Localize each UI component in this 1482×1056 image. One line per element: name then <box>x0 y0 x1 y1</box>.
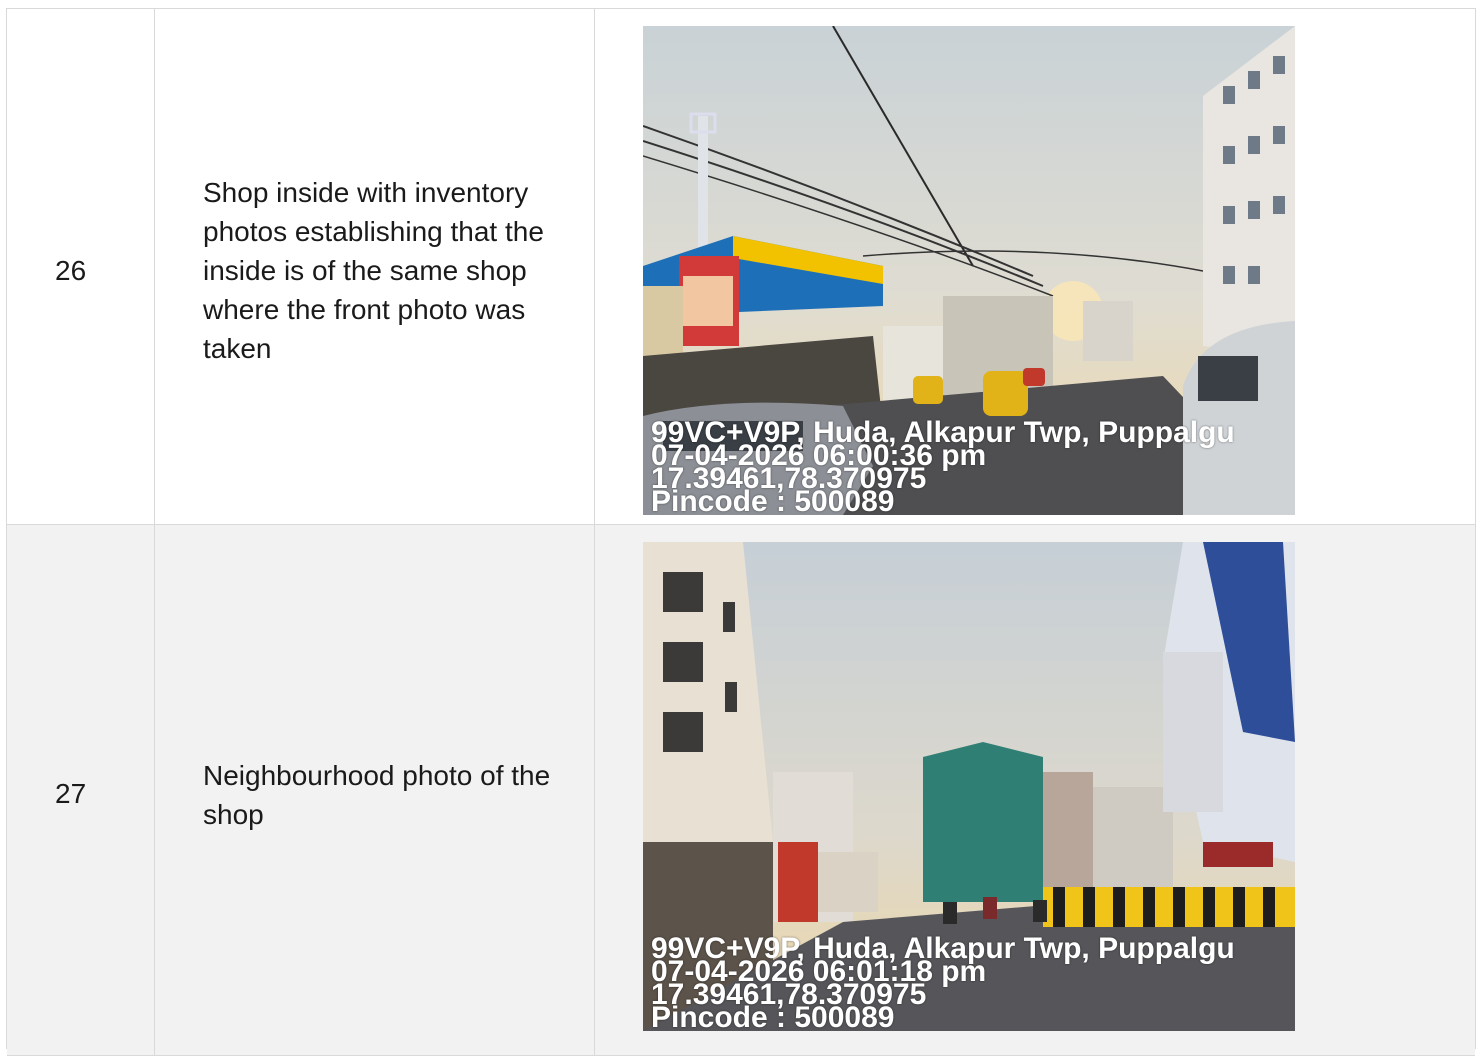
table-row: 27 Neighbourhood photo of the shop 99VC+… <box>7 525 1475 1056</box>
row-description: Shop inside with inventory photos establ… <box>203 177 544 364</box>
number-cell: 27 <box>7 525 155 1055</box>
row-number: 26 <box>55 255 87 286</box>
table-row: 26 Shop inside with inventory photos est… <box>7 9 1475 525</box>
description-cell: Shop inside with inventory photos establ… <box>155 9 595 524</box>
stamp-pincode: Pincode : 500089 <box>651 1001 895 1032</box>
street-photo[interactable]: 99VC+V9P, Huda, Alkapur Twp, Puppalgu 07… <box>643 542 1295 1031</box>
row-description: Neighbourhood photo of the shop <box>203 760 551 830</box>
street-photo[interactable]: 99VC+V9P, Huda, Alkapur Twp, Puppalgu 07… <box>643 26 1295 515</box>
photo-geo-stamp: 99VC+V9P, Huda, Alkapur Twp, Puppalgu 07… <box>651 934 1295 1032</box>
photo-cell: 99VC+V9P, Huda, Alkapur Twp, Puppalgu 07… <box>595 525 1475 1055</box>
stamp-pincode: Pincode : 500089 <box>651 485 895 516</box>
evidence-table: 26 Shop inside with inventory photos est… <box>6 8 1476 1056</box>
number-cell: 26 <box>7 9 155 524</box>
photo-geo-stamp: 99VC+V9P, Huda, Alkapur Twp, Puppalgu 07… <box>651 418 1295 516</box>
row-number: 27 <box>55 778 87 809</box>
description-cell: Neighbourhood photo of the shop <box>155 525 595 1055</box>
photo-cell: 99VC+V9P, Huda, Alkapur Twp, Puppalgu 07… <box>595 9 1475 524</box>
